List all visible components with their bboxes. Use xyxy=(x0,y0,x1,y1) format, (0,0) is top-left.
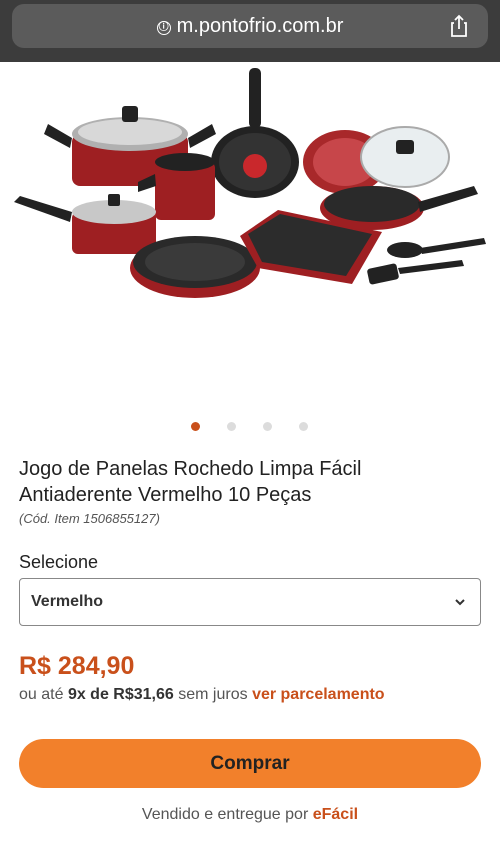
round-pan xyxy=(130,236,260,298)
frying-pan-right xyxy=(320,186,478,230)
selected-color: Vermelho xyxy=(31,593,104,610)
installment-link[interactable]: ver parcelamento xyxy=(252,686,385,703)
share-icon[interactable] xyxy=(446,13,472,39)
frying-pan-standing xyxy=(211,68,299,198)
url-text[interactable]: ⓘ m.pontofrio.com.br xyxy=(12,15,488,38)
installment-prefix: ou até xyxy=(19,686,64,703)
installment-terms: 9x de R$31,66 xyxy=(67,686,174,703)
carousel-dots xyxy=(0,422,500,432)
installment-suffix: sem juros xyxy=(178,686,248,703)
small-pot xyxy=(14,194,156,254)
installment-info: ou até 9x de R$31,66 sem juros ver parce… xyxy=(19,686,385,704)
carousel-dot[interactable] xyxy=(191,422,200,431)
carousel-dot[interactable] xyxy=(227,422,236,431)
product-title: Jogo de Panelas Rochedo Limpa Fácil Anti… xyxy=(19,458,362,506)
buy-button[interactable]: Comprar xyxy=(19,739,481,788)
ladle xyxy=(387,238,486,258)
address-bar[interactable]: ⓘ m.pontofrio.com.br xyxy=(12,4,488,48)
color-select[interactable]: Vermelho xyxy=(19,578,481,626)
product-price: R$ 284,90 xyxy=(19,652,135,680)
chevron-down-icon xyxy=(455,599,465,606)
product-code: (Cód. Item 1506855127) xyxy=(19,511,160,526)
spatula xyxy=(367,260,464,285)
seller-info: Vendido e entregue por eFácil xyxy=(0,806,500,824)
variant-label: Selecione xyxy=(19,552,99,572)
browser-toolbar: ⓘ m.pontofrio.com.br xyxy=(0,0,500,62)
seller-link[interactable]: eFácil xyxy=(313,806,358,823)
product-image[interactable] xyxy=(0,62,500,402)
carousel-dot[interactable] xyxy=(263,422,272,431)
url-label: m.pontofrio.com.br xyxy=(176,15,344,37)
info-icon[interactable]: ⓘ xyxy=(156,21,171,35)
carousel-dot[interactable] xyxy=(299,422,308,431)
seller-prefix: Vendido e entregue por xyxy=(141,806,309,823)
cookware-set-illustration xyxy=(14,68,486,298)
